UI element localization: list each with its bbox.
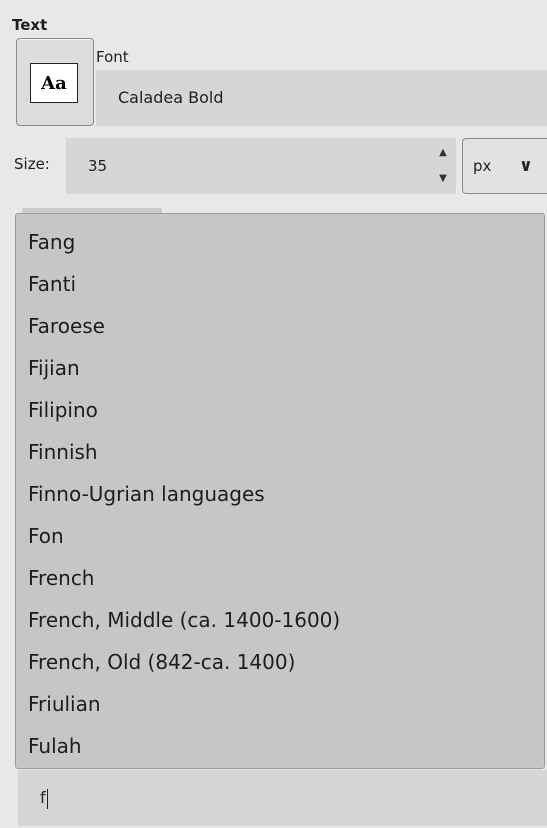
size-input[interactable]: 35 ▲ ▼ (66, 138, 456, 194)
language-list-item[interactable]: Finnish (16, 431, 544, 473)
language-list-item[interactable]: Fang (16, 221, 544, 263)
chevron-down-icon: ∨ (519, 156, 533, 176)
language-completion-list: Fang Fanti Faroese Fijian Filipino Finnish Fin… (15, 213, 545, 769)
search-text: f (40, 788, 46, 807)
font-name-input[interactable]: Caladea Bold (96, 70, 547, 126)
unit-value: px (473, 157, 492, 175)
language-list-item[interactable]: Fanti (16, 263, 544, 305)
font-preview-icon: Aa (30, 63, 78, 103)
size-label: Size: (14, 155, 50, 173)
panel-title: Text (12, 16, 48, 34)
font-label: Font (96, 48, 129, 66)
language-list-item[interactable]: Fon (16, 515, 544, 557)
language-list-item[interactable]: Finno-Ugrian languages (16, 473, 544, 515)
text-caret (46, 788, 48, 809)
language-list-item[interactable]: Faroese (16, 305, 544, 347)
font-preview-button[interactable]: Aa (16, 38, 94, 126)
language-list-item[interactable]: French, Old (842-ca. 1400) (16, 641, 544, 683)
language-list-item[interactable]: French (16, 557, 544, 599)
unit-select[interactable]: px ∨ (462, 138, 547, 194)
language-list-item[interactable]: Filipino (16, 389, 544, 431)
language-list-item[interactable]: French, Middle (ca. 1400-1600) (16, 599, 544, 641)
spin-down-icon[interactable]: ▼ (436, 172, 450, 186)
language-list-item[interactable]: Fulah (16, 725, 544, 767)
language-search-input[interactable]: f (18, 770, 547, 826)
language-list-item[interactable]: Fijian (16, 347, 544, 389)
language-list-item[interactable]: Friulian (16, 683, 544, 725)
size-value: 35 (88, 157, 108, 175)
